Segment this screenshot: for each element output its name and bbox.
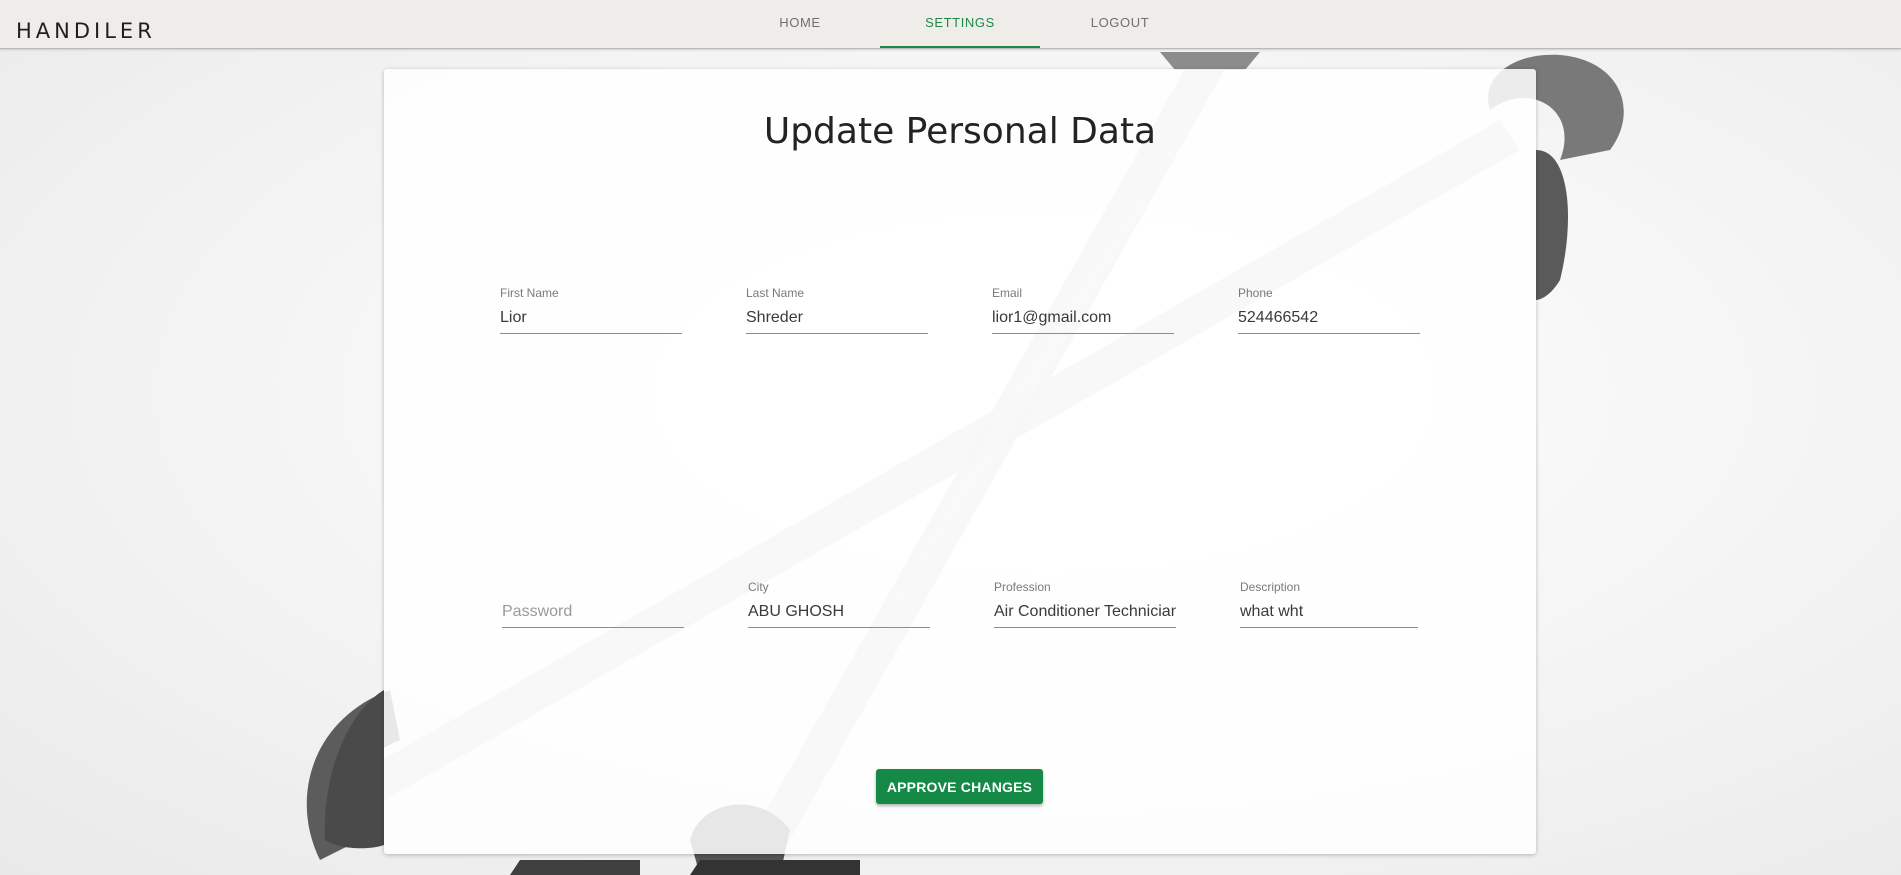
profession-label: Profession — [994, 580, 1051, 594]
phone-input[interactable] — [1238, 305, 1420, 334]
phone-field: Phone — [1238, 286, 1420, 334]
page-title: Update Personal Data — [763, 111, 1157, 152]
email-label: Email — [992, 286, 1023, 300]
last-name-label: Last Name — [746, 286, 805, 300]
tab-settings[interactable]: SETTINGS — [880, 0, 1040, 48]
nav-tabs: HOME SETTINGS LOGOUT — [720, 0, 1200, 48]
phone-label: Phone — [1238, 286, 1273, 300]
profession-input[interactable] — [994, 599, 1176, 628]
description-field: Description — [1240, 580, 1418, 628]
update-personal-data-card: Update Personal Data First Name Last Nam… — [384, 69, 1536, 854]
last-name-input[interactable] — [746, 305, 928, 334]
email-field: Email — [992, 286, 1174, 334]
tab-home[interactable]: HOME — [720, 0, 880, 48]
city-label: City — [748, 580, 769, 594]
password-field — [502, 580, 684, 628]
approve-changes-button[interactable]: APPROVE CHANGES — [876, 769, 1043, 804]
email-input[interactable] — [992, 305, 1174, 334]
first-name-label: First Name — [500, 286, 559, 300]
description-label: Description — [1240, 580, 1301, 594]
description-input[interactable] — [1240, 599, 1418, 628]
city-input[interactable] — [748, 599, 930, 628]
last-name-field: Last Name — [746, 286, 928, 334]
password-input[interactable] — [502, 599, 684, 628]
first-name-field: First Name — [500, 286, 682, 334]
brand-logo[interactable]: HANDILER — [16, 19, 156, 43]
tab-logout[interactable]: LOGOUT — [1040, 0, 1200, 48]
password-label — [502, 580, 684, 594]
city-field: City — [748, 580, 930, 628]
top-navbar: HANDILER HOME SETTINGS LOGOUT — [0, 0, 1901, 49]
profession-field: Profession — [994, 580, 1176, 628]
first-name-input[interactable] — [500, 305, 682, 334]
